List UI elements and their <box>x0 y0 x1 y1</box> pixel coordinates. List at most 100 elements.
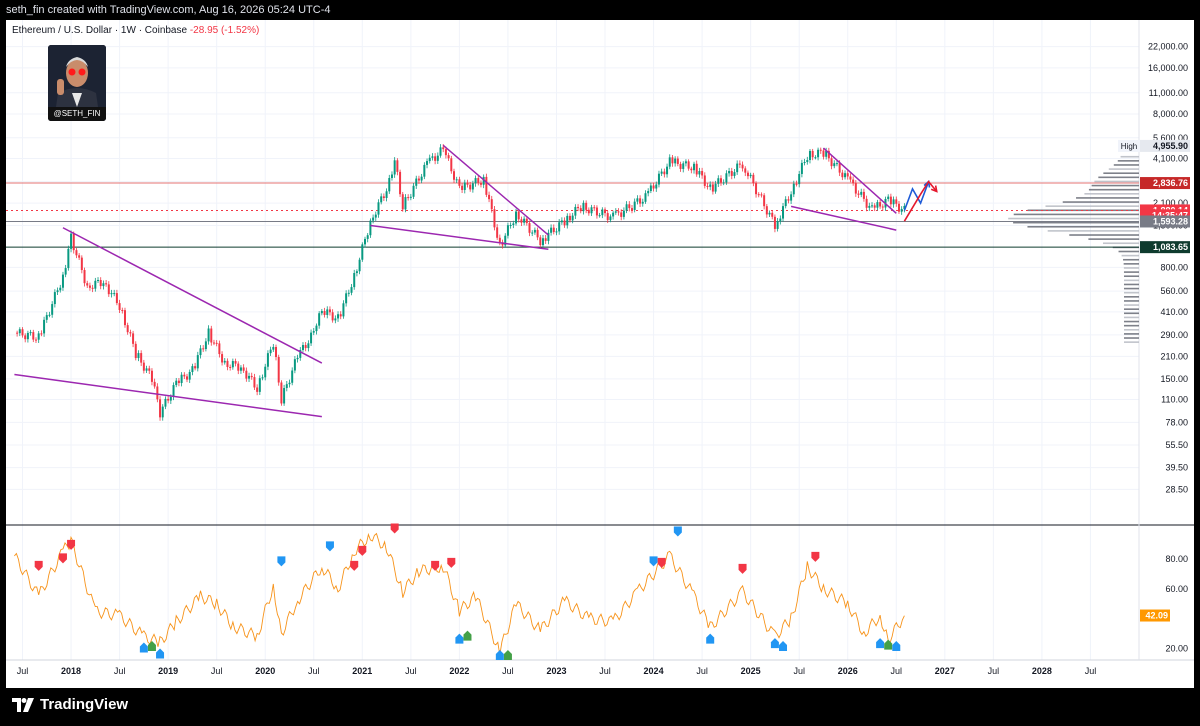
candle-body <box>26 332 29 340</box>
candle-body <box>396 160 399 172</box>
candle-body <box>550 227 553 233</box>
time-tick-label: 2025 <box>741 666 761 676</box>
candle-body <box>239 367 242 371</box>
volume-profile-bar <box>1124 316 1139 319</box>
volume-profile-bar <box>1124 320 1139 323</box>
candle-body <box>779 218 782 222</box>
candle-body <box>803 162 806 164</box>
oscillator-tick-label: 20.00 <box>1165 644 1188 654</box>
avatar: @SETH_FIN <box>48 45 106 121</box>
candle-body <box>401 194 404 210</box>
candle-body <box>436 155 439 161</box>
candle-body <box>204 341 207 350</box>
volume-profile-bar <box>1076 197 1139 199</box>
chart-svg[interactable]: 22,000.0016,000.0011,000.008,000.005,600… <box>6 20 1194 688</box>
price-tick-label: 110.00 <box>1161 394 1188 404</box>
candle-body <box>150 370 153 382</box>
candle-body <box>595 207 598 216</box>
volume-profile-bar <box>1124 304 1139 306</box>
price-label-tag-text: High <box>1121 142 1137 151</box>
candle-body <box>641 201 644 204</box>
price-label-value: 1,083.65 <box>1153 242 1188 252</box>
volume-profile-bar <box>1117 160 1139 162</box>
time-tick-label: Jul <box>405 666 417 676</box>
candle-body <box>617 211 620 213</box>
candle-body <box>229 366 232 368</box>
time-tick-label: 2021 <box>352 666 372 676</box>
price-tick-label: 560.00 <box>1160 286 1188 296</box>
candle-body <box>382 196 385 199</box>
candle-body <box>668 157 671 167</box>
candle-body <box>868 205 871 208</box>
candle-body <box>671 157 674 164</box>
candle-body <box>261 377 264 379</box>
candle-body <box>369 220 372 236</box>
candle-body <box>307 343 310 349</box>
candle-body <box>479 182 482 185</box>
symbol-title[interactable]: Ethereum / U.S. Dollar · 1W · Coinbase -… <box>12 25 259 36</box>
candle-body <box>835 163 838 165</box>
candle-body <box>248 375 251 379</box>
candle-body <box>212 342 215 344</box>
candle-body <box>434 156 437 161</box>
volume-profile-bar <box>1103 172 1139 175</box>
candle-body <box>194 366 197 369</box>
candle-body <box>744 168 747 173</box>
price-tick-label: 8,000.00 <box>1153 109 1188 119</box>
time-tick-label: Jul <box>696 666 708 676</box>
candle-body <box>649 185 652 192</box>
candle-body <box>161 406 164 418</box>
candle-body <box>517 211 520 220</box>
candle-body <box>269 349 272 354</box>
price-tick-label: 28.50 <box>1165 484 1188 494</box>
time-tick-label: Jul <box>308 666 320 676</box>
candle-body <box>283 388 286 404</box>
candle-body <box>48 314 51 316</box>
candle-body <box>830 158 833 167</box>
candle-body <box>647 191 650 194</box>
candle-body <box>711 184 714 192</box>
candle-body <box>328 309 331 313</box>
candle-body <box>539 237 542 246</box>
candle-body <box>326 309 329 315</box>
candle-body <box>800 162 803 174</box>
candle-body <box>266 353 269 367</box>
candle-body <box>760 194 763 196</box>
candle-body <box>598 215 601 217</box>
candle-body <box>674 158 677 164</box>
candle-body <box>21 329 24 336</box>
candle-body <box>404 197 407 210</box>
candle-body <box>706 185 709 187</box>
candle-body <box>625 204 628 211</box>
candle-body <box>355 271 358 274</box>
time-tick-label: 2020 <box>255 666 275 676</box>
candle-body <box>757 194 760 196</box>
price-label: 2,836.76 <box>1140 177 1190 190</box>
candle-body <box>873 205 876 208</box>
price-tick-label: 290.00 <box>1160 330 1188 340</box>
candle-body <box>285 384 288 389</box>
candle-body <box>822 150 825 157</box>
candle-body <box>121 309 124 311</box>
tradingview-logo[interactable]: TradingView <box>12 696 128 713</box>
brand-name: TradingView <box>40 696 129 713</box>
volume-profile-bar <box>1088 188 1139 191</box>
candle-body <box>361 244 364 260</box>
candle-body <box>258 378 261 392</box>
oscillator-tick-label: 60.00 <box>1165 584 1188 594</box>
price-tick-label: 78.00 <box>1165 417 1188 427</box>
volume-profile-bar <box>1123 275 1139 278</box>
volume-profile-bar <box>1013 213 1139 216</box>
price-pane <box>6 20 1139 525</box>
candle-body <box>280 382 283 404</box>
time-tick-label: 2026 <box>838 666 858 676</box>
candle-body <box>690 168 693 171</box>
candle-body <box>817 149 820 158</box>
price-label: High 4,955.90 <box>1118 139 1190 152</box>
time-tick-label: Jul <box>1085 666 1097 676</box>
volume-profile-bar <box>1124 324 1139 327</box>
volume-profile-bar <box>1124 337 1139 339</box>
volume-profile-bar <box>1123 287 1139 290</box>
candle-body <box>490 199 493 210</box>
candle-body <box>345 293 348 304</box>
